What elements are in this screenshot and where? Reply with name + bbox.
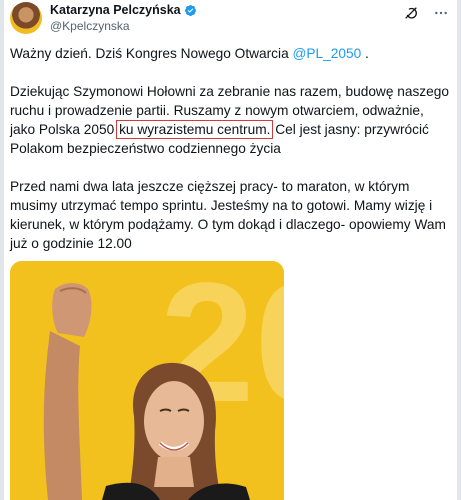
frame-border-left [0,0,4,500]
mention-link[interactable]: @PL_2050 [292,46,361,61]
tweet-paragraph-3: Przed nami dwa lata jeszcze cięższej pra… [10,179,446,251]
tweet-paragraph-1: Ważny dzień. Dziś Kongres Nowego Otwarci… [10,44,450,63]
author-name-row: Katarzyna Pelczyńska [50,3,197,17]
tweet-header: Katarzyna Pelczyńska @Kpelczynska [10,1,455,37]
avatar[interactable] [10,2,42,34]
header-actions [403,5,449,21]
author-name[interactable]: Katarzyna Pelczyńska [50,3,181,17]
frame-border-right [457,0,461,500]
tweet-text-span: . [361,46,369,61]
tweet-media-image[interactable]: 2050 [10,261,284,500]
tweet-paragraph-2: Dziekując Szymonowi Hołowni za zebranie … [10,82,450,158]
grok-icon[interactable] [403,5,419,21]
tweet-text: Ważny dzień. Dziś Kongres Nowego Otwarci… [10,44,450,253]
media-photo: 2050 [10,261,284,500]
tweet-text-span: Ważny dzień. Dziś Kongres Nowego Otwarci… [10,46,293,61]
author-handle[interactable]: @Kpelczynska [50,19,130,33]
highlighted-phrase: ku wyrazistemu centrum. [116,120,274,139]
verified-badge-icon [184,4,196,16]
more-icon[interactable] [433,5,449,21]
